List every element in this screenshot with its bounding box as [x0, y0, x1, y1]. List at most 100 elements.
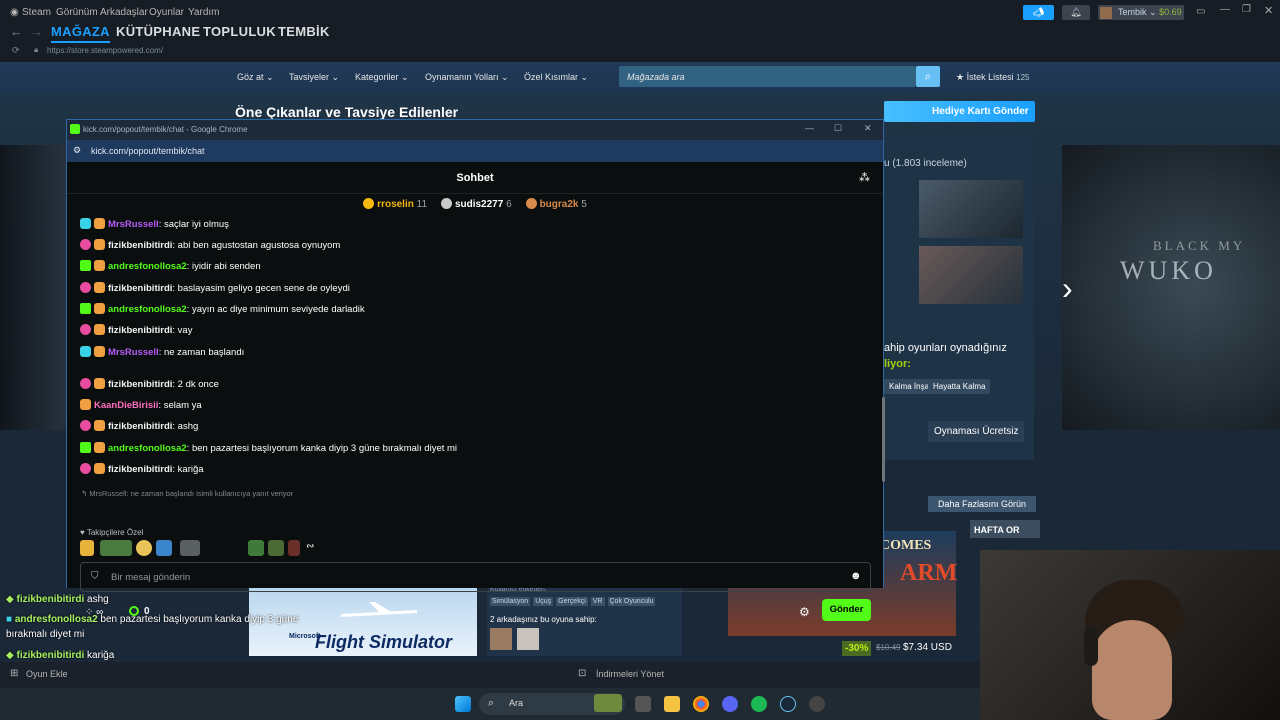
emoji-icon[interactable]: ☻ — [850, 570, 862, 582]
tag-chip[interactable]: Kalma İnşa — [884, 379, 935, 394]
bell-icon[interactable]: 🔔︎ — [1062, 5, 1090, 20]
discord-icon[interactable] — [722, 696, 738, 712]
chat-username[interactable]: andresfonollosa2 — [108, 304, 187, 315]
hero-right-image[interactable] — [1062, 145, 1280, 430]
screenshot-thumb[interactable] — [919, 180, 1023, 238]
emote-icon[interactable]: ∾ — [306, 540, 320, 556]
store-search-input[interactable]: Mağazada ara — [619, 66, 916, 87]
chat-username[interactable]: andresfonollosa2 — [108, 261, 187, 272]
menu-steam[interactable]: Steam — [22, 7, 51, 18]
carousel-next-icon[interactable]: › — [1062, 270, 1073, 307]
menu-games[interactable]: Oyunlar — [149, 7, 184, 18]
chat-username[interactable]: KaanDieBirisii — [94, 400, 158, 411]
back-arrow-icon[interactable]: ← — [10, 24, 23, 39]
settings-gear-icon[interactable]: ⚙︎ — [799, 605, 810, 619]
close-icon[interactable]: ✕ — [1264, 4, 1273, 17]
chat-username[interactable]: fizikbenibitirdi — [108, 464, 172, 475]
steam-logo-icon[interactable]: ◉ — [10, 7, 19, 18]
followers-only-label: ♥ Takipçilere Özel — [80, 528, 144, 537]
chrome-address-bar[interactable]: ⚙︎ kick.com/popout/tembik/chat — [67, 140, 883, 162]
steam-icon[interactable] — [780, 696, 796, 712]
emote-icon[interactable] — [268, 540, 284, 556]
emote-icon[interactable] — [248, 540, 264, 556]
chat-username[interactable]: fizikbenibitirdi — [108, 379, 172, 390]
kick-chat: Sohbet ⁂ rroselin 11 sudis2277 6 bugra2k… — [67, 162, 885, 621]
forward-arrow-icon[interactable]: → — [30, 24, 43, 39]
emote-icon[interactable] — [80, 540, 94, 556]
kick-badge-icon — [94, 463, 105, 474]
screenshot-thumb[interactable] — [919, 246, 1023, 304]
users-icon[interactable]: ⁂ — [859, 171, 870, 184]
emote-icon[interactable] — [156, 540, 172, 556]
spotify-icon[interactable] — [751, 696, 767, 712]
friend-avatar[interactable] — [490, 628, 512, 650]
add-game-button[interactable]: Oyun Ekle — [26, 669, 68, 679]
user-menu[interactable]: Tembik ⌄ $0.69 — [1098, 5, 1184, 20]
emote-icon[interactable] — [288, 540, 300, 556]
hero-left-image[interactable] — [0, 145, 70, 430]
chat-message: andresfonollosa2: iyidir abi senden — [80, 260, 261, 272]
chat-username[interactable]: MrsRussell — [108, 219, 159, 230]
wishlist-link[interactable]: ★ İstek Listesi 125 — [956, 72, 1029, 83]
chat-username[interactable]: fizikbenibitirdi — [108, 240, 172, 251]
close-icon[interactable]: ✕ — [864, 123, 872, 134]
chat-username[interactable]: fizikbenibitirdi — [108, 325, 172, 336]
maximize-icon[interactable]: ❐ — [1242, 4, 1251, 15]
leader-item[interactable]: sudis2277 6 — [440, 198, 512, 210]
bigpicture-icon[interactable]: ▭ — [1196, 6, 1205, 17]
reload-icon[interactable]: ⟳ — [12, 45, 20, 56]
tab-community[interactable]: TOPLULUK — [203, 24, 276, 39]
chat-text: ashg — [177, 421, 199, 432]
add-game-icon[interactable]: ⊞ — [10, 668, 18, 679]
emote-icon[interactable] — [180, 540, 200, 556]
kick-badge-icon — [94, 260, 105, 271]
minimize-icon[interactable]: — — [1220, 4, 1230, 15]
see-more-button[interactable]: Daha Fazlasını Görün — [928, 496, 1036, 512]
menu-view[interactable]: Görünüm — [56, 7, 98, 18]
chat-username[interactable]: fizikbenibitirdi — [108, 283, 172, 294]
tab-profile[interactable]: TEMBİK — [278, 24, 330, 39]
emote-icon[interactable] — [100, 540, 132, 556]
chrome-icon[interactable] — [693, 696, 709, 712]
gift-card-button[interactable]: Hediye Kartı Gönder — [884, 101, 1035, 122]
chat-message: MrsRussell: ne zaman başlandı — [80, 346, 244, 358]
site-settings-icon[interactable]: ⚙︎ — [73, 145, 81, 156]
chat-username[interactable]: fizikbenibitirdi — [108, 421, 172, 432]
menu-friends[interactable]: Arkadaşlar — [100, 7, 148, 18]
emote-icon[interactable] — [136, 540, 152, 556]
nav-categories[interactable]: Kategoriler ⌄ — [355, 72, 409, 83]
send-button[interactable]: Gönder — [822, 599, 871, 621]
announce-button[interactable]: 📣︎ — [1023, 5, 1054, 20]
leader-item[interactable]: bugra2k 5 — [525, 198, 587, 210]
nav-recommendations[interactable]: Tavsiyeler ⌄ — [289, 72, 339, 83]
menu-help[interactable]: Yardım — [188, 7, 220, 18]
task-view-icon[interactable] — [635, 696, 651, 712]
emote-bar: ∾ — [80, 540, 380, 558]
kick-badge-icon — [94, 324, 105, 335]
tab-library[interactable]: KÜTÜPHANE — [116, 24, 200, 39]
chat-text: abi ben agustostan agustosa oynuyom — [177, 240, 341, 251]
tab-store[interactable]: MAĞAZA — [51, 24, 110, 43]
leader-item[interactable]: rroselin 11 — [363, 198, 427, 210]
chat-username[interactable]: MrsRussell — [108, 347, 159, 358]
url-text[interactable]: kick.com/popout/tembik/chat — [91, 146, 205, 156]
tag-chip[interactable]: Hayatta Kalma — [928, 379, 991, 394]
manage-downloads-button[interactable]: İndirmeleri Yönet — [596, 669, 664, 679]
file-explorer-icon[interactable] — [664, 696, 680, 712]
friend-avatar[interactable] — [517, 628, 539, 650]
infinity-icon[interactable]: ⁘ ∞ — [85, 607, 103, 618]
app-icon[interactable] — [809, 696, 825, 712]
search-icon[interactable]: ⌕ — [916, 66, 940, 87]
wallet-balance: $0.69 — [1159, 7, 1182, 17]
chat-scrollbar[interactable] — [882, 397, 885, 482]
windows-start-icon[interactable] — [455, 696, 471, 712]
nav-ways-to-play[interactable]: Oynamanın Yolları ⌄ — [425, 72, 509, 83]
maximize-icon[interactable]: ☐ — [834, 123, 842, 134]
chat-message-input[interactable]: Bir mesaj gönderin — [80, 562, 871, 592]
points-icon — [129, 606, 139, 616]
nav-special-sections[interactable]: Özel Kısımlar ⌄ — [524, 72, 588, 83]
chat-username[interactable]: andresfonollosa2 — [108, 443, 187, 454]
minimize-icon[interactable]: — — [805, 123, 814, 133]
nav-browse[interactable]: Göz at ⌄ — [237, 72, 274, 83]
downloads-icon[interactable]: ⊡ — [578, 668, 586, 679]
